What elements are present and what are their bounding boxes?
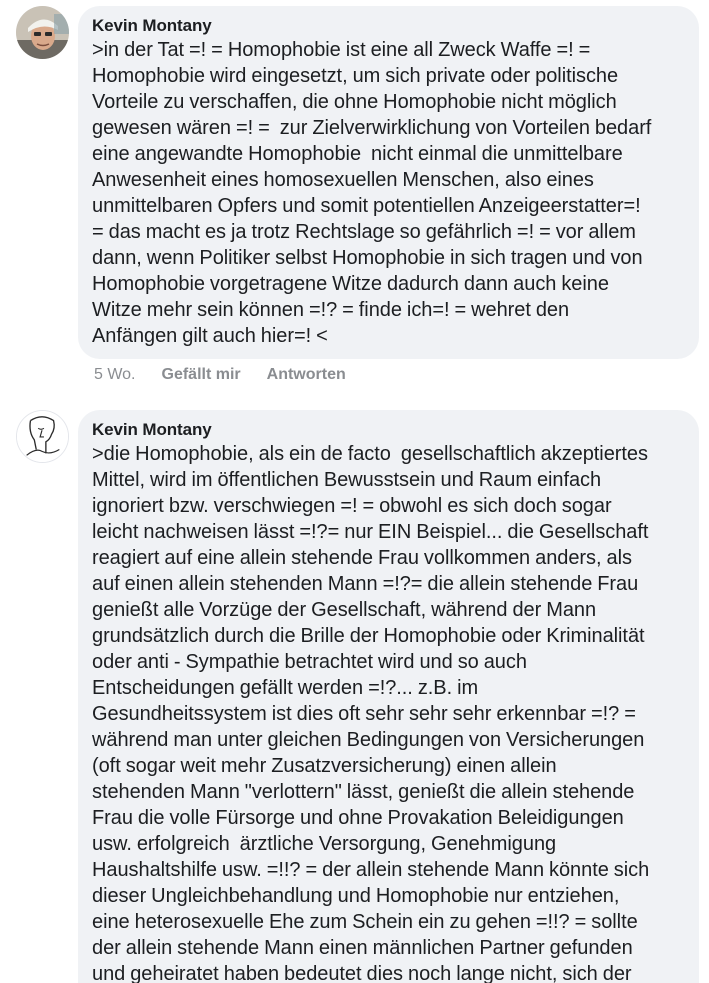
comment-text-line: >die Homophobie, als ein de facto gesell… [92, 443, 648, 465]
comment-text-line: Witze mehr sein können =!? = finde ich=!… [92, 299, 570, 321]
comment-text-line: gewesen wären =! = zur Zielverwirklichun… [92, 117, 652, 139]
comment-bubble: Kevin Montany >die Homophobie, als ein d… [78, 410, 699, 983]
comment-text-line: unmittelbaren Opfers und somit potentiel… [92, 195, 641, 217]
comment-text-line: grundsätzlich durch die Brille der Homop… [92, 625, 645, 647]
comment-text-line: genießt alle Vorzüge der Gesellschaft, w… [92, 599, 597, 621]
avatar[interactable] [16, 410, 69, 463]
comment-text-line: während man unter gleichen Bedingungen v… [92, 729, 645, 751]
comment-text-line: Vorteile zu verschaffen, die ohne Homoph… [92, 91, 617, 113]
comment-bubble: Kevin Montany >in der Tat =! = Homophobi… [78, 6, 699, 359]
comment-text-line: der allein stehende Mann einen männliche… [92, 937, 633, 959]
comment-text-line: eine angewandte Homophobie nicht einmal … [92, 143, 623, 165]
comment-text-line: Entscheidungen gefällt werden =!?... z.B… [92, 677, 479, 699]
comment-text: >die Homophobie, als ein de facto gesell… [92, 441, 685, 983]
comment-text-line: >in der Tat =! = Homophobie ist eine all… [92, 39, 591, 61]
comment-text-line: Anfängen gilt auch hier=! < [92, 325, 328, 347]
comment-text-line: Anwesenheit eines homosexuellen Menschen… [92, 169, 594, 191]
comment-actions: 5 Wo. Gefällt mir Antworten [94, 365, 372, 385]
comment-text-line: reagiert auf eine allein stehende Frau v… [92, 547, 632, 569]
comment-text-line: und geheiratet haben bedeutet dies noch … [92, 963, 632, 983]
comment-text-line: ignoriert bzw. verschwiegen =! = obwohl … [92, 495, 612, 517]
comment-text-line: eine heterosexuelle Ehe zum Schein ein z… [92, 911, 638, 933]
comment-text-line: Homophobie vorgetragene Witze dadurch da… [92, 273, 609, 295]
comment-text-line: Mittel, wird im öffentlichen Bewusstsein… [92, 469, 602, 491]
reply-button[interactable]: Antworten [267, 365, 346, 385]
comment-text: >in der Tat =! = Homophobie ist eine all… [92, 37, 685, 349]
comment-text-line: Gesundheitssystem ist dies oft sehr sehr… [92, 703, 636, 725]
comment-text-line: dieser Ungleichbehandlung und Homophobie… [92, 885, 620, 907]
comment-text-line: leicht nachweisen lässt =!?= nur EIN Bei… [92, 521, 649, 543]
comment-text-line: stehenden Mann "verlottern" lässt, genie… [92, 781, 635, 803]
profile-photo-icon [16, 6, 69, 59]
comment-text-line: Haushaltshilfe usw. =!!? = der allein st… [92, 859, 650, 881]
comment-timestamp[interactable]: 5 Wo. [94, 365, 136, 385]
comment-text-line: Frau die volle Fürsorge und ohne Provaka… [92, 807, 624, 829]
comment-text-line: oder anti - Sympathie betrachtet wird un… [92, 651, 527, 673]
avatar[interactable] [16, 6, 69, 59]
like-button[interactable]: Gefällt mir [162, 365, 241, 385]
comment-text-line: dann, wenn Politiker selbst Homophobie i… [92, 247, 643, 269]
comment-text-line: usw. erfolgreich ärztliche Versorgung, G… [92, 833, 557, 855]
profile-sketch-icon [17, 411, 68, 462]
comment-text-line: auf einen allein stehenden Mann =!?= die… [92, 573, 639, 595]
comment-text-line: Homophobie wird eingesetzt, um sich priv… [92, 65, 619, 87]
comment-text-line: (oft sogar weit mehr Zusatzversicherung)… [92, 755, 557, 777]
comment-author[interactable]: Kevin Montany [92, 419, 685, 441]
comment-text-line: = das macht es ja trotz Rechtslage so ge… [92, 221, 636, 243]
comment-author[interactable]: Kevin Montany [92, 15, 685, 37]
